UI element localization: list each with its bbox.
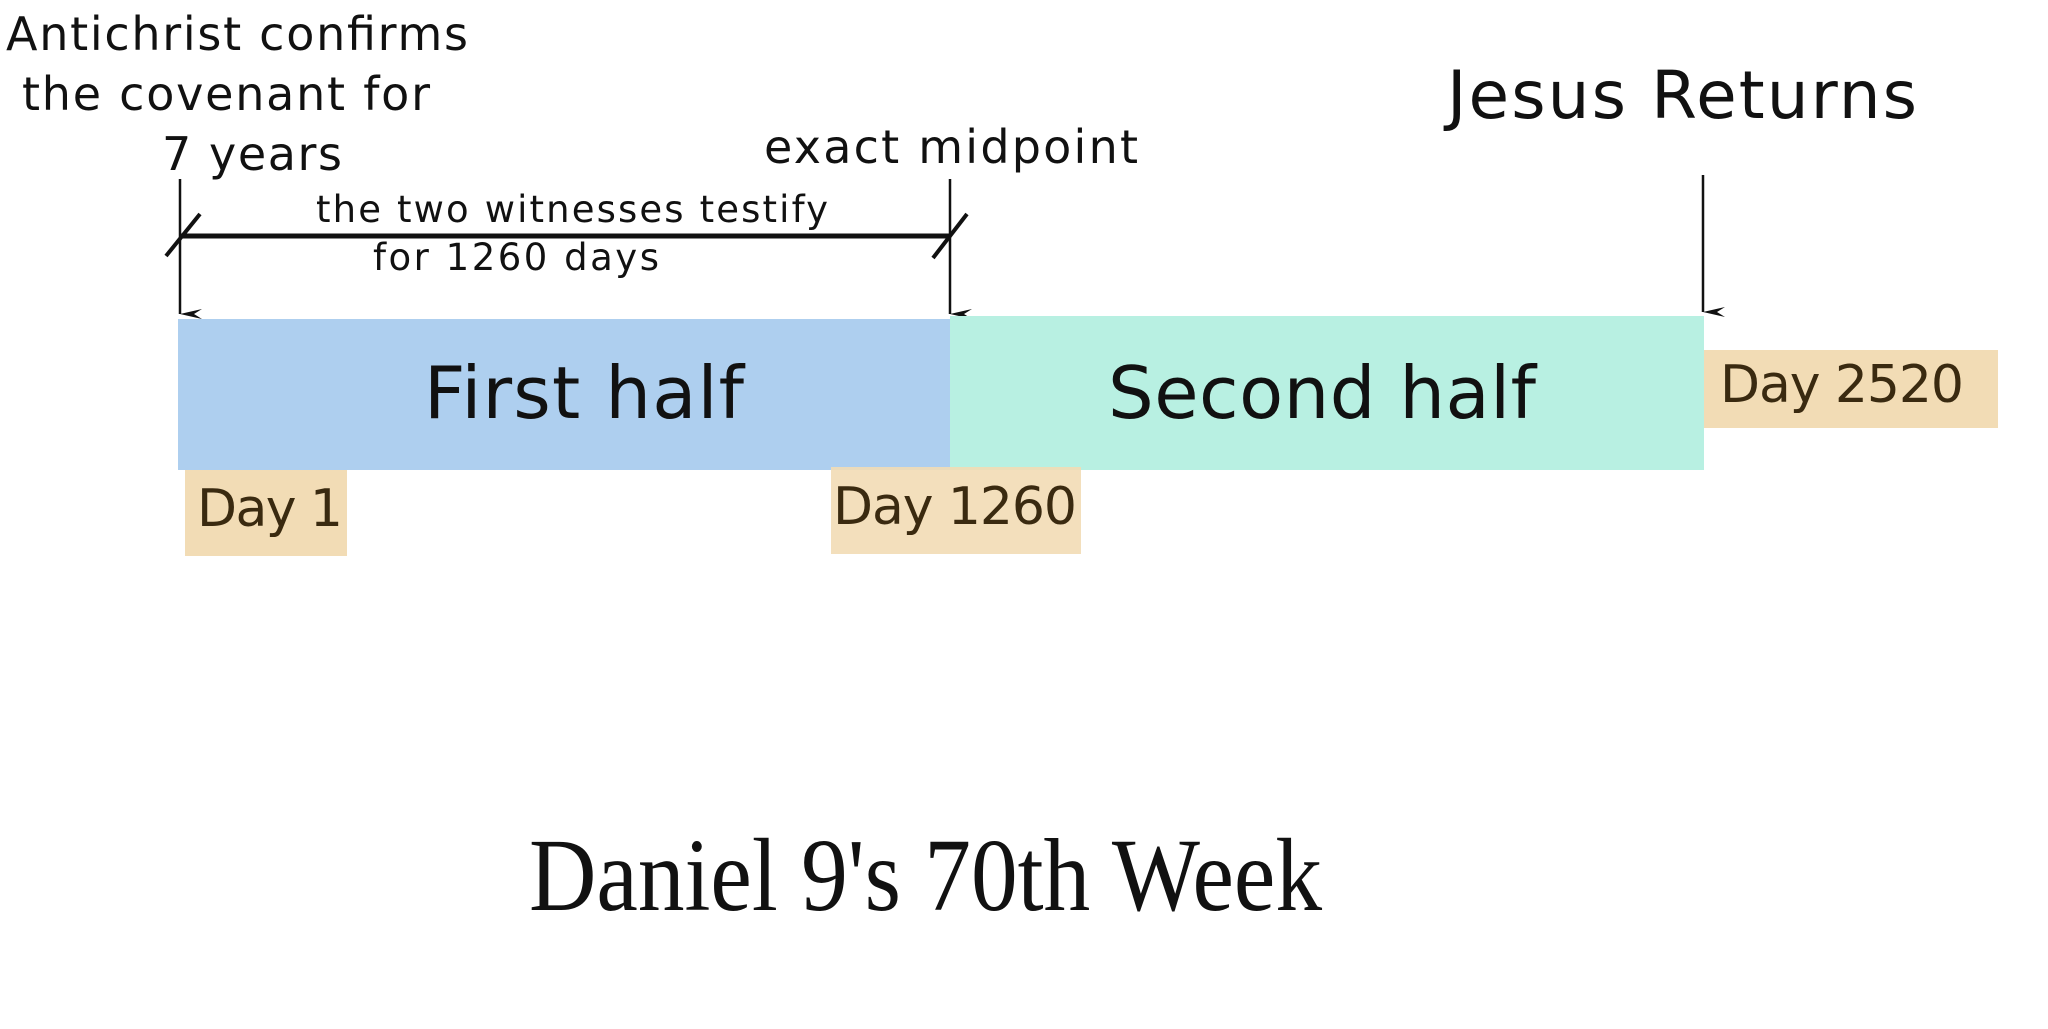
start-annotation-line2: the covenant for	[22, 67, 430, 121]
witnesses-label-line1: the two witnesses testify	[316, 188, 828, 231]
witnesses-label-line2: for 1260 days	[373, 236, 659, 279]
jesus-returns-annotation: Jesus Returns	[1443, 57, 1917, 134]
second-half-label: Second half	[1108, 351, 1538, 435]
start-annotation-line3: 7 years	[162, 127, 342, 181]
timeline-diagram: Antichrist confirms the covenant for 7 y…	[6, 7, 1998, 933]
day-1-label: Day 1	[197, 479, 343, 539]
day-2520-label: Day 2520	[1720, 355, 1964, 415]
day-1260-label: Day 1260	[833, 477, 1077, 537]
diagram-title: Daniel 9's 70th Week	[529, 818, 1322, 933]
midpoint-annotation: exact midpoint	[764, 120, 1138, 174]
first-half-label: First half	[424, 351, 746, 435]
start-annotation-line1: Antichrist confirms	[6, 7, 468, 61]
